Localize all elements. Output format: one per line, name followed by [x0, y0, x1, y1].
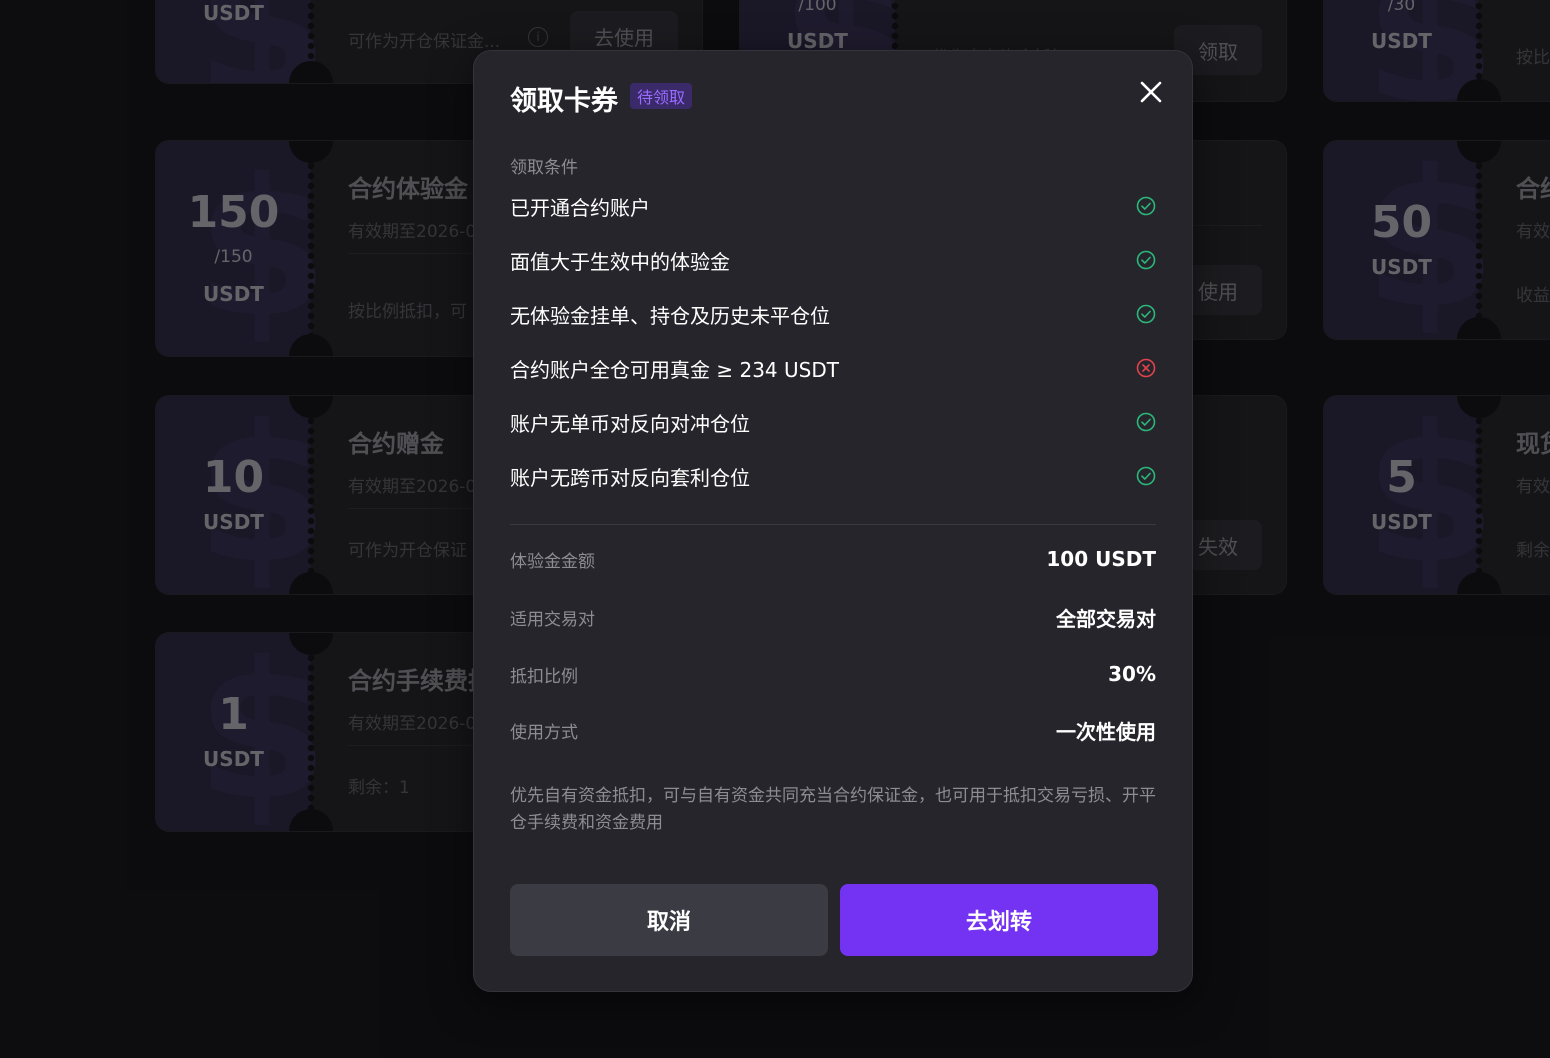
- detail-value: 全部交易对: [1056, 606, 1156, 631]
- transfer-button[interactable]: 去划转: [840, 884, 1158, 956]
- check-circle-icon: [1136, 304, 1156, 324]
- detail-key: 体验金金额: [510, 551, 595, 572]
- detail-key: 抵扣比例: [510, 666, 578, 687]
- status-badge: 待领取: [630, 83, 693, 109]
- condition-label: 合约账户全仓可用真金 ≥ 234 USDT: [510, 357, 839, 382]
- detail-row: 适用交易对 全部交易对: [510, 602, 1156, 632]
- condition-row: 合约账户全仓可用真金 ≥ 234 USDT: [510, 353, 1156, 383]
- conditions-label: 领取条件: [510, 158, 578, 178]
- screen: $ USDT 可作为开仓保证金... i 去使用 $ /100 USDT 优先自…: [0, 0, 1550, 1058]
- condition-row: 账户无跨币对反向套利仓位: [510, 461, 1156, 491]
- check-circle-icon: [1136, 412, 1156, 432]
- condition-label: 面值大于生效中的体验金: [510, 249, 730, 274]
- close-icon[interactable]: [1140, 81, 1162, 103]
- detail-value: 100 USDT: [1046, 547, 1156, 571]
- detail-row: 抵扣比例 30%: [510, 659, 1156, 689]
- condition-row: 已开通合约账户: [510, 191, 1156, 221]
- condition-label: 已开通合约账户: [510, 195, 650, 220]
- condition-row: 账户无单币对反向对冲仓位: [510, 407, 1156, 437]
- claim-coupon-dialog: 领取卡券 待领取 领取条件 已开通合约账户 面值大于生效中的体验金 无体验金挂单…: [473, 50, 1193, 992]
- condition-label: 无体验金挂单、持仓及历史未平仓位: [510, 303, 830, 328]
- check-circle-icon: [1136, 466, 1156, 486]
- cancel-button[interactable]: 取消: [510, 884, 828, 956]
- detail-value: 30%: [1108, 662, 1156, 686]
- detail-key: 使用方式: [510, 722, 578, 743]
- dialog-title: 领取卡券: [510, 86, 618, 117]
- detail-row: 体验金金额 100 USDT: [510, 544, 1156, 574]
- coupon-description: 优先自有资金抵扣，可与自有资金共同充当合约保证金，也可用于抵扣交易亏损、开平仓手…: [510, 786, 1156, 833]
- detail-value: 一次性使用: [1056, 719, 1156, 744]
- check-circle-icon: [1136, 196, 1156, 216]
- x-circle-icon: [1136, 358, 1156, 378]
- detail-key: 适用交易对: [510, 609, 595, 630]
- condition-label: 账户无单币对反向对冲仓位: [510, 411, 750, 436]
- condition-row: 无体验金挂单、持仓及历史未平仓位: [510, 299, 1156, 329]
- detail-row: 使用方式 一次性使用: [510, 715, 1156, 745]
- condition-label: 账户无跨币对反向套利仓位: [510, 465, 750, 490]
- check-circle-icon: [1136, 250, 1156, 270]
- section-divider: [510, 524, 1156, 525]
- condition-row: 面值大于生效中的体验金: [510, 245, 1156, 275]
